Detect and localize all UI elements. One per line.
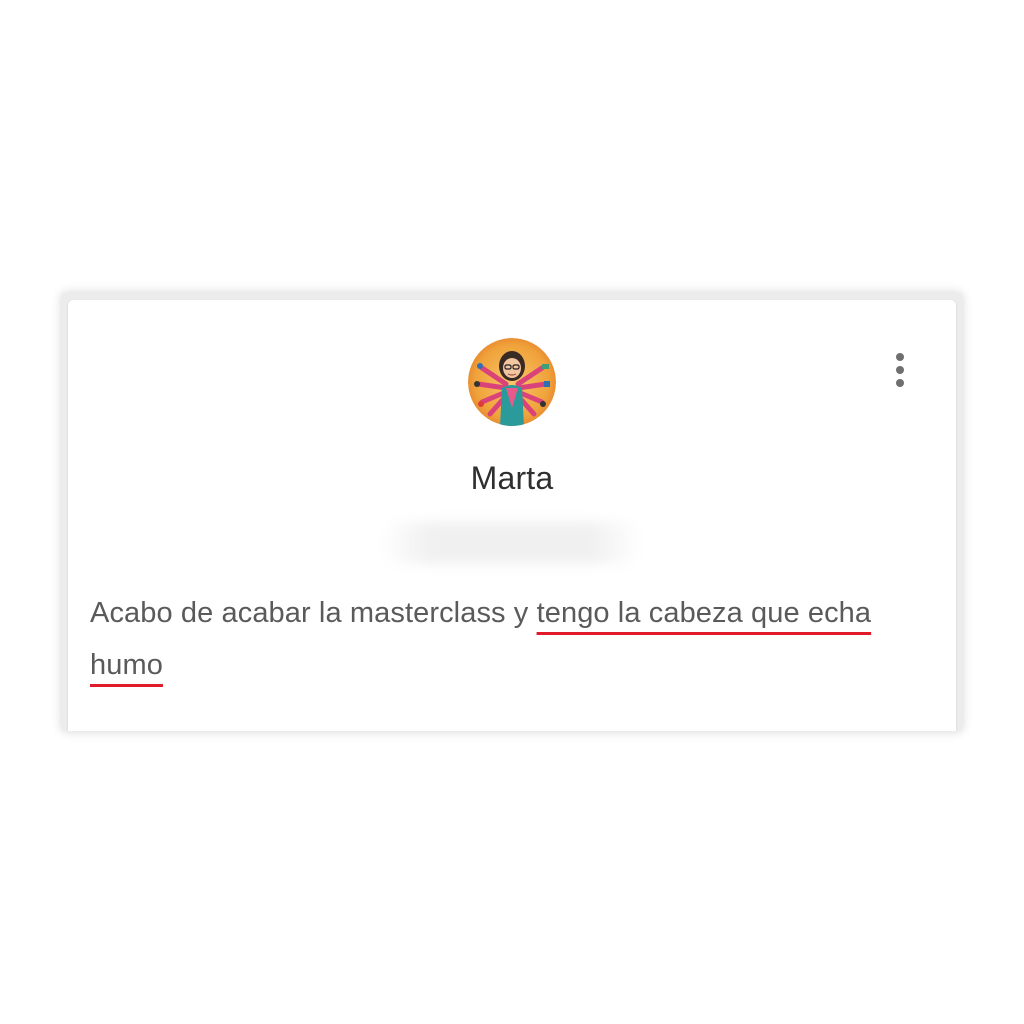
comment-card: Marta Acabo de acabar la masterclass y t… xyxy=(68,300,956,731)
user-name: Marta xyxy=(470,460,554,496)
more-options-button[interactable] xyxy=(888,348,912,392)
more-vert-icon-dot xyxy=(896,366,904,374)
more-vert-icon-dot xyxy=(896,379,904,387)
blurred-subtitle xyxy=(380,522,642,564)
screenshot-frame: Marta Acabo de acabar la masterclass y t… xyxy=(62,293,962,731)
comment-text-plain: Acabo de acabar la masterclass y xyxy=(90,597,537,629)
avatar[interactable] xyxy=(468,338,556,426)
avatar-image xyxy=(468,338,556,426)
comment-text: Acabo de acabar la masterclass y tengo l… xyxy=(90,587,940,691)
more-vert-icon xyxy=(896,353,904,361)
canvas: Marta Acabo de acabar la masterclass y t… xyxy=(0,0,1024,1024)
